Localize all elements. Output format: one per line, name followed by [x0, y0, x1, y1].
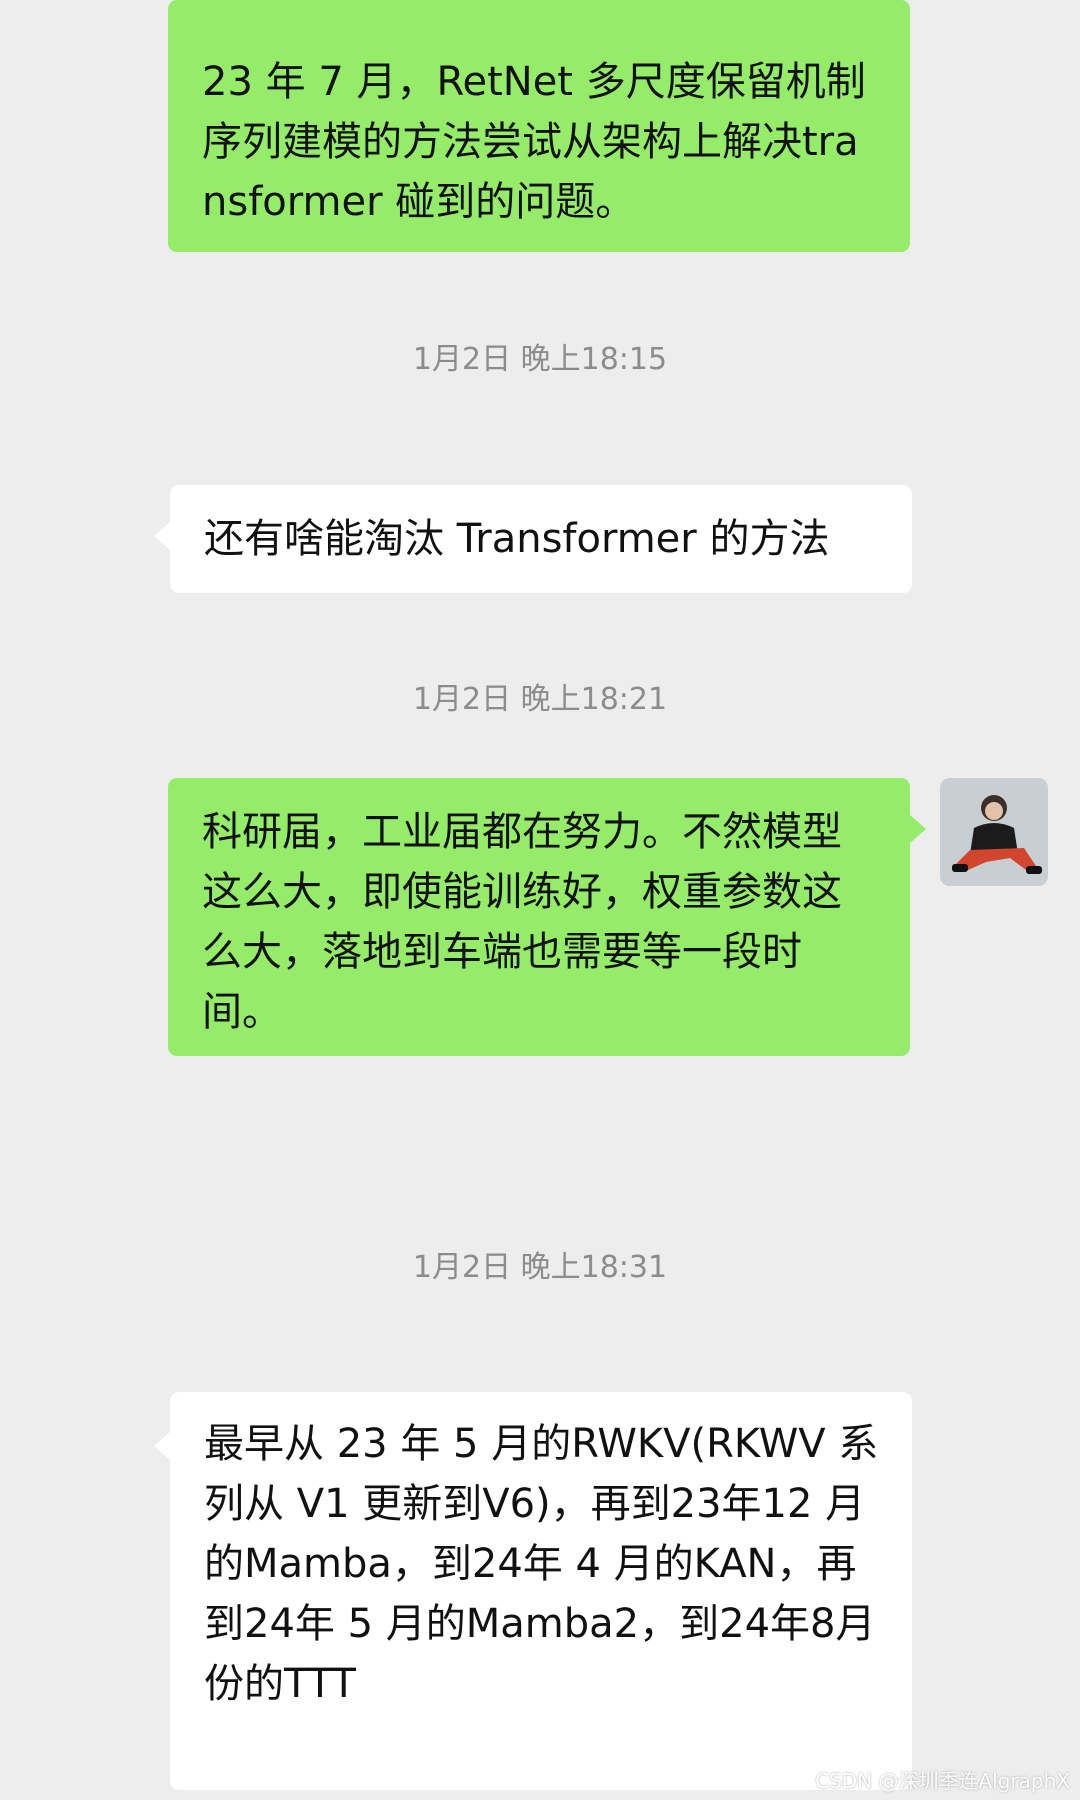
watermark-text: CSDN @深圳季连AlgraphX [815, 1769, 1070, 1793]
bubble-tail [154, 522, 170, 550]
message-text: 科研届，工业届都在努力。不然模型这么大，即使能训练好，权重参数这么大，落地到车端… [202, 809, 842, 1035]
sent-message-bubble[interactable]: 23 年 7 月，RetNet 多尺度保留机制序列建模的方法尝试从架构上解决tr… [168, 0, 910, 252]
avatar-icon [940, 778, 1048, 886]
received-message-bubble[interactable]: 还有啥能淘汰 Transformer 的方法 [170, 485, 912, 593]
message-timestamp: 1月2日 晚上18:31 [412, 1250, 668, 1285]
bubble-tail [910, 815, 926, 843]
bubble-tail [154, 1432, 170, 1460]
received-message-bubble[interactable]: 最早从 23 年 5 月的RWKV(RKWV 系列从 V1 更新到V6)，再到2… [170, 1392, 912, 1790]
sent-message-bubble[interactable]: 科研届，工业届都在努力。不然模型这么大，即使能训练好，权重参数这么大，落地到车端… [168, 778, 910, 1056]
message-text: 23 年 7 月，RetNet 多尺度保留机制序列建模的方法尝试从架构上解决tr… [202, 59, 866, 225]
message-text: 还有啥能淘汰 Transformer 的方法 [204, 516, 830, 562]
message-timestamp: 1月2日 晚上18:21 [412, 682, 668, 717]
message-text: 最早从 23 年 5 月的RWKV(RKWV 系列从 V1 更新到V6)，再到2… [204, 1421, 879, 1707]
message-timestamp: 1月2日 晚上18:15 [412, 342, 668, 377]
avatar[interactable] [940, 778, 1048, 886]
